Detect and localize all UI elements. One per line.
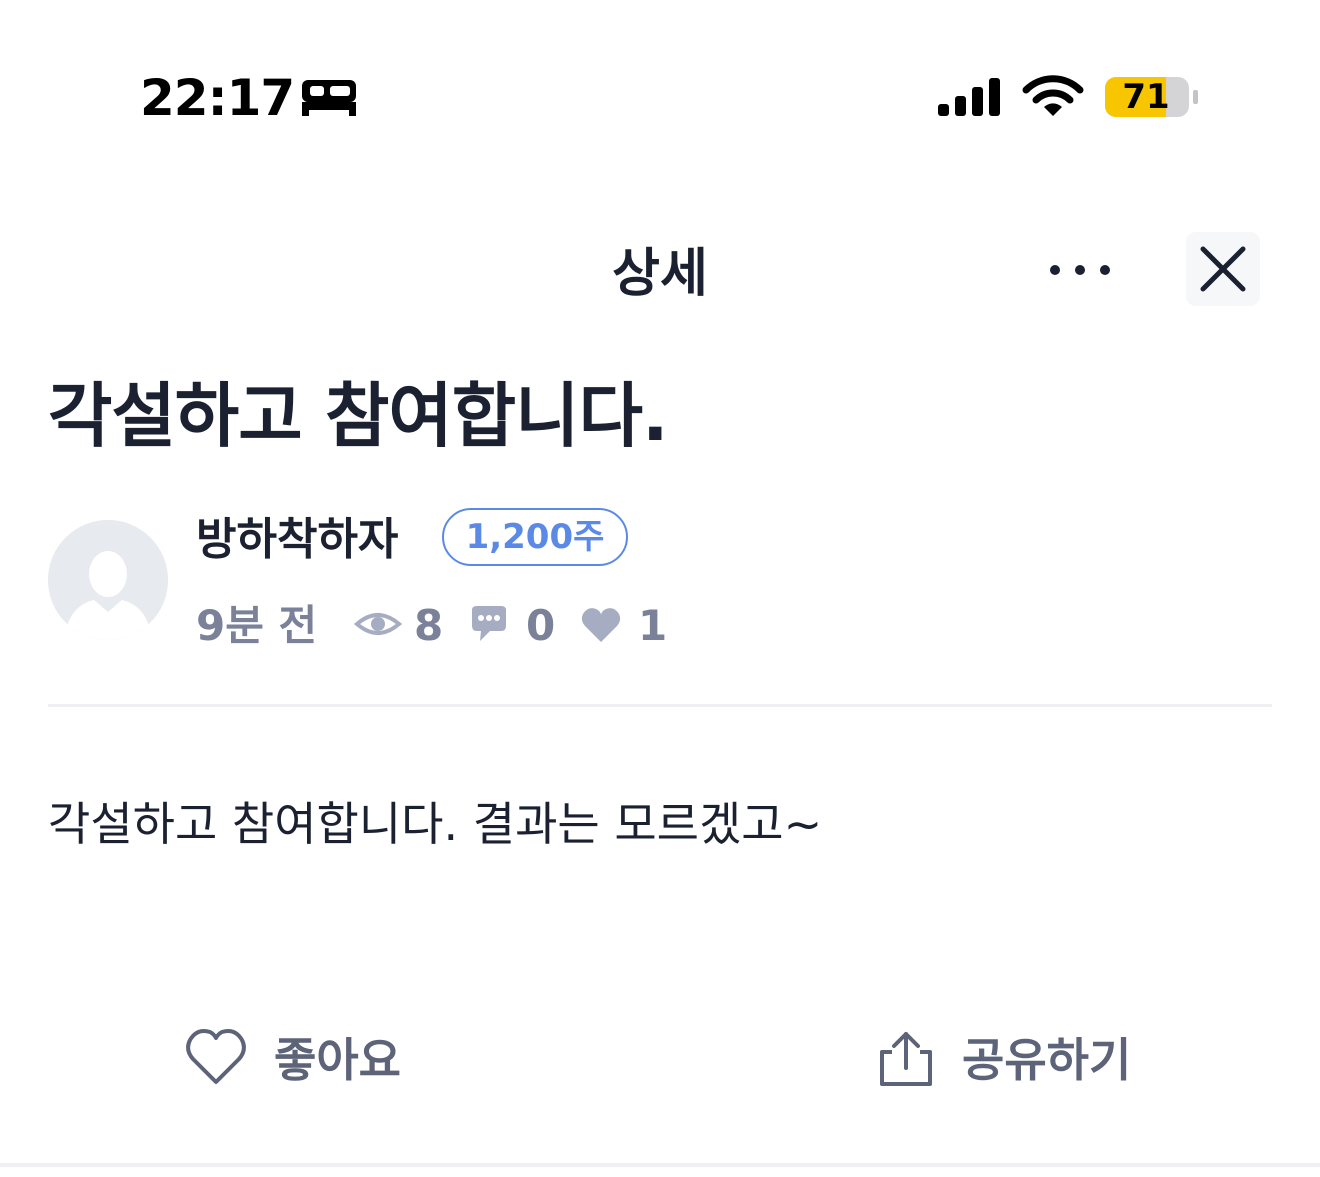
status-time: 22:17: [140, 69, 295, 127]
divider: [48, 704, 1272, 707]
close-button[interactable]: [1186, 232, 1260, 306]
view-count: 8: [414, 601, 444, 650]
bottom-divider: [0, 1163, 1320, 1167]
wifi-icon: [1022, 75, 1084, 116]
cellular-signal-icon: [938, 78, 1000, 116]
like-label: 좋아요: [274, 1033, 401, 1087]
post-time: 9분 전: [196, 601, 318, 650]
author-name[interactable]: 방하착하자: [196, 510, 398, 570]
eye-icon: [354, 613, 402, 635]
avatar[interactable]: [48, 520, 168, 640]
heart-outline-icon: [186, 1029, 246, 1084]
battery-indicator: 71: [1104, 73, 1200, 121]
close-icon: [1200, 246, 1246, 292]
heart-filled-icon: [581, 608, 621, 642]
battery-level: 71: [1122, 77, 1170, 117]
page-title: 상세: [612, 244, 708, 304]
post-body: 각설하고 참여합니다. 결과는 모르겠고~: [48, 797, 823, 851]
share-button[interactable]: 공유하기: [872, 1020, 1152, 1100]
post-title: 각설하고 참여합니다.: [48, 375, 669, 457]
comment-icon: [472, 606, 506, 641]
like-count: 1: [638, 601, 668, 650]
bed-icon: [302, 80, 356, 116]
more-horizontal-icon[interactable]: [1040, 248, 1120, 292]
shares-badge: 1,200주: [442, 508, 628, 566]
share-icon: [880, 1032, 932, 1086]
like-button[interactable]: 좋아요: [180, 1020, 420, 1100]
comment-count: 0: [526, 601, 556, 650]
share-label: 공유하기: [962, 1033, 1132, 1087]
default-avatar-icon: [48, 520, 168, 640]
